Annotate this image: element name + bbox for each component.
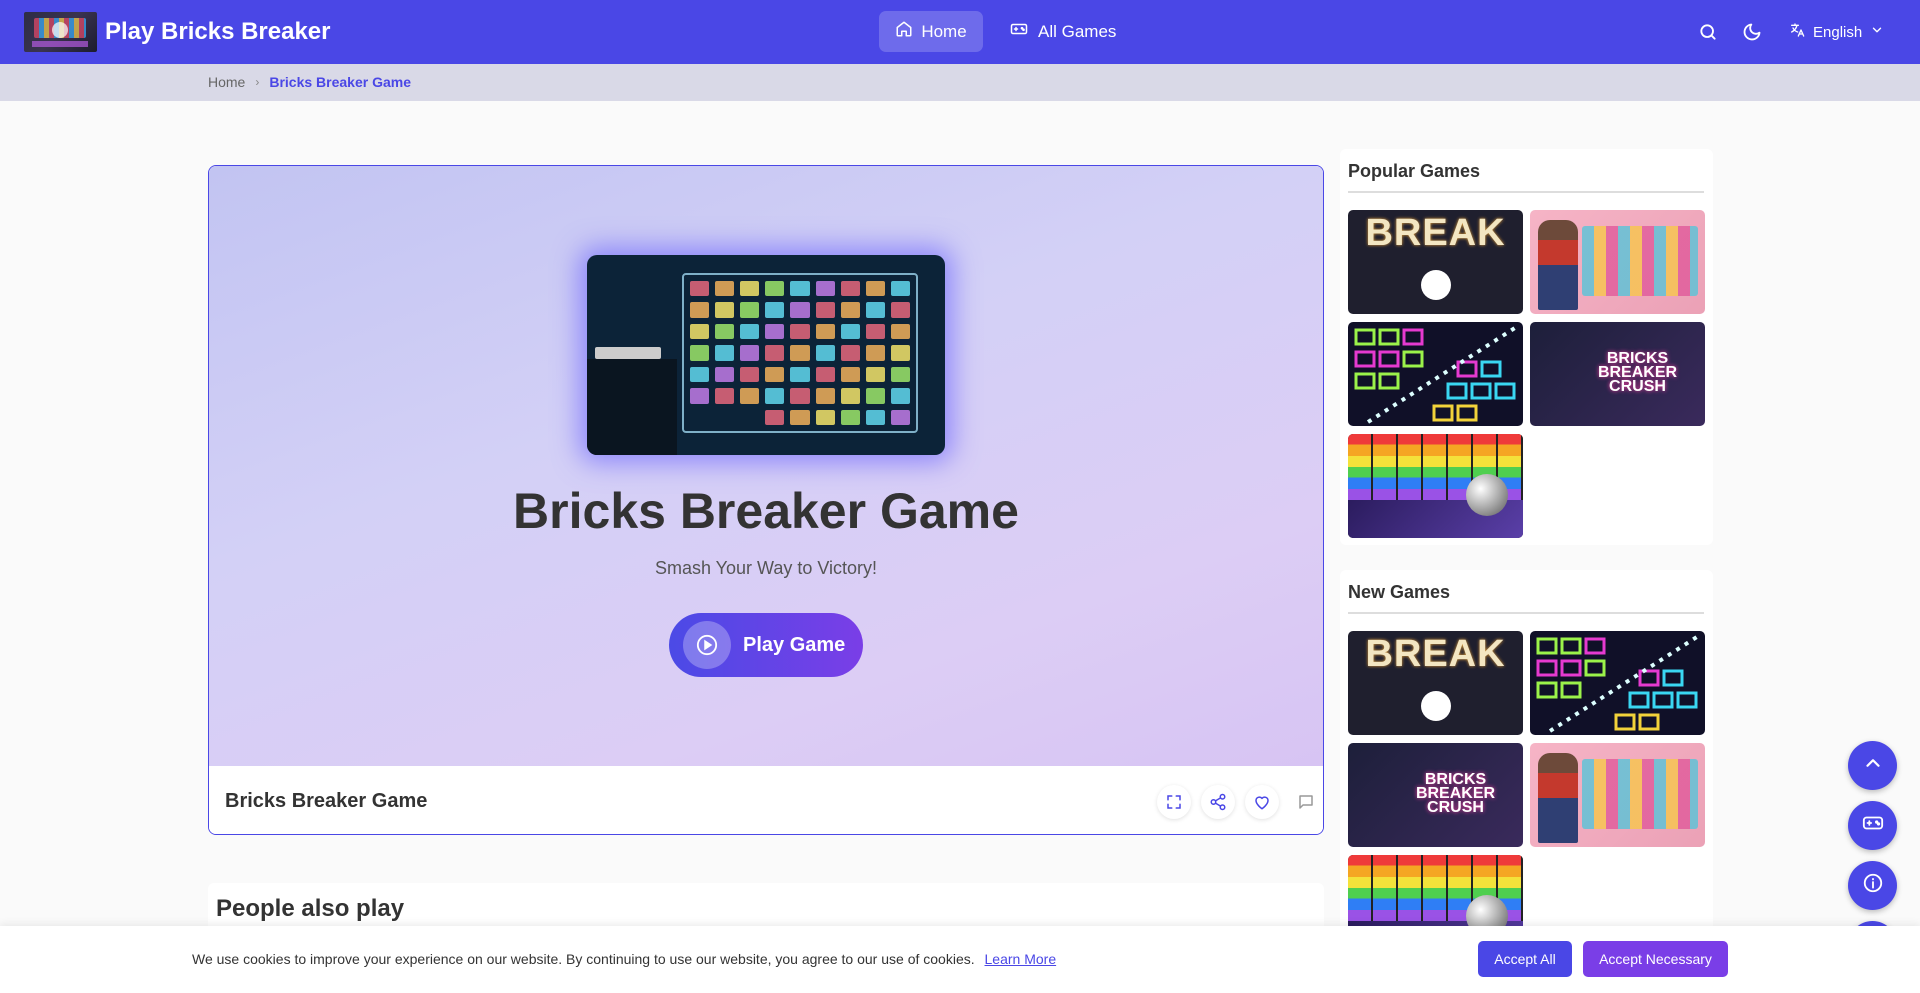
chevron-down-icon (1870, 23, 1884, 41)
neon-bricks-art (1536, 633, 1702, 733)
game-tile-bricks-breaker-crush[interactable]: BRICKS BREAKER CRUSH (1348, 743, 1523, 847)
accept-necessary-button[interactable]: Accept Necessary (1583, 941, 1728, 977)
game-card-footer: Bricks Breaker Game (209, 766, 1323, 834)
game-thumbnail (587, 255, 945, 455)
breadcrumb-home-link[interactable]: Home (208, 74, 245, 90)
play-game-button[interactable]: Play Game (669, 613, 863, 677)
popular-games-panel: Popular Games BREAK BRICKS BREAKER CRUSH (1340, 149, 1713, 545)
game-subtitle: Smash Your Way to Victory! (654, 558, 878, 578)
nav-home-button[interactable]: Home (879, 11, 983, 52)
search-icon[interactable] (1696, 20, 1720, 44)
accept-all-button[interactable]: Accept All (1478, 941, 1572, 977)
game-tile-neon-bricks[interactable] (1530, 631, 1705, 735)
game-card: Bricks Breaker Game Smash Your Way to Vi… (208, 165, 1324, 835)
cookie-message: We use cookies to improve your experienc… (192, 951, 975, 967)
gamepad-icon (1862, 812, 1884, 839)
heart-favorite-icon[interactable] (1245, 785, 1279, 819)
game-tile-brick-puzzle[interactable] (1530, 210, 1705, 314)
game-hero: Bricks Breaker Game Smash Your Way to Vi… (209, 166, 1323, 766)
games-menu-button[interactable] (1848, 801, 1897, 850)
home-icon (895, 20, 913, 43)
breadcrumb-current: Bricks Breaker Game (269, 74, 412, 90)
new-games-title: New Games (1348, 582, 1451, 602)
people-also-play-title: People also play (216, 895, 405, 922)
dark-mode-moon-icon[interactable] (1740, 20, 1764, 44)
game-tile-crush-text: BRICKS BREAKER CRUSH (1597, 350, 1678, 395)
new-games-panel: New Games BREAK BRICKS BREAKER CRUSH (1340, 570, 1713, 959)
play-icon (683, 621, 731, 669)
nav-home-label: Home (921, 21, 967, 41)
game-title: Bricks Breaker Game (513, 483, 1019, 539)
neon-bricks-art (1354, 324, 1520, 424)
game-tile-neon-bricks[interactable] (1348, 322, 1523, 426)
game-tile-break[interactable]: BREAK (1348, 631, 1523, 735)
cookie-consent-bar: We use cookies to improve your experienc… (0, 926, 1920, 993)
fullscreen-icon[interactable] (1157, 785, 1191, 819)
gamepad-icon (1010, 20, 1028, 43)
language-selector[interactable]: English (1789, 20, 1884, 44)
game-footer-title: Bricks Breaker Game (225, 790, 428, 812)
nav-all-games-button[interactable]: All Games (1010, 11, 1116, 52)
game-tile-break-text: BREAK (1365, 212, 1506, 254)
game-tile-bricks-breaker-crush[interactable]: BRICKS BREAKER CRUSH (1530, 322, 1705, 426)
info-button[interactable] (1848, 861, 1897, 910)
game-tile-break[interactable]: BREAK (1348, 210, 1523, 314)
game-tile-break-text: BREAK (1365, 633, 1506, 675)
breadcrumb: Home › Bricks Breaker Game (208, 74, 411, 90)
comment-icon[interactable] (1289, 785, 1323, 819)
site-title[interactable]: Play Bricks Breaker (105, 18, 331, 46)
learn-more-link[interactable]: Learn More (985, 951, 1057, 967)
translate-icon (1789, 22, 1805, 42)
cookie-text-row: We use cookies to improve your experienc… (192, 951, 1056, 967)
breadcrumb-bar: Home › Bricks Breaker Game (0, 64, 1920, 101)
game-tile-rainbow-bricks[interactable] (1348, 434, 1523, 538)
game-tile-brick-puzzle[interactable] (1530, 743, 1705, 847)
site-logo[interactable] (24, 12, 97, 52)
top-header: Play Bricks Breaker Home All Games Engli… (0, 0, 1920, 64)
language-label: English (1813, 23, 1863, 41)
info-icon (1862, 872, 1884, 899)
chevron-right-icon: › (255, 75, 260, 89)
scroll-to-top-button[interactable] (1848, 741, 1897, 790)
popular-games-title: Popular Games (1348, 161, 1481, 181)
game-tile-crush-text: BRICKS BREAKER CRUSH (1415, 771, 1496, 816)
share-icon[interactable] (1201, 785, 1235, 819)
play-game-label: Play Game (743, 633, 846, 656)
chevron-up-icon (1862, 752, 1884, 779)
nav-all-games-label: All Games (1038, 21, 1117, 41)
